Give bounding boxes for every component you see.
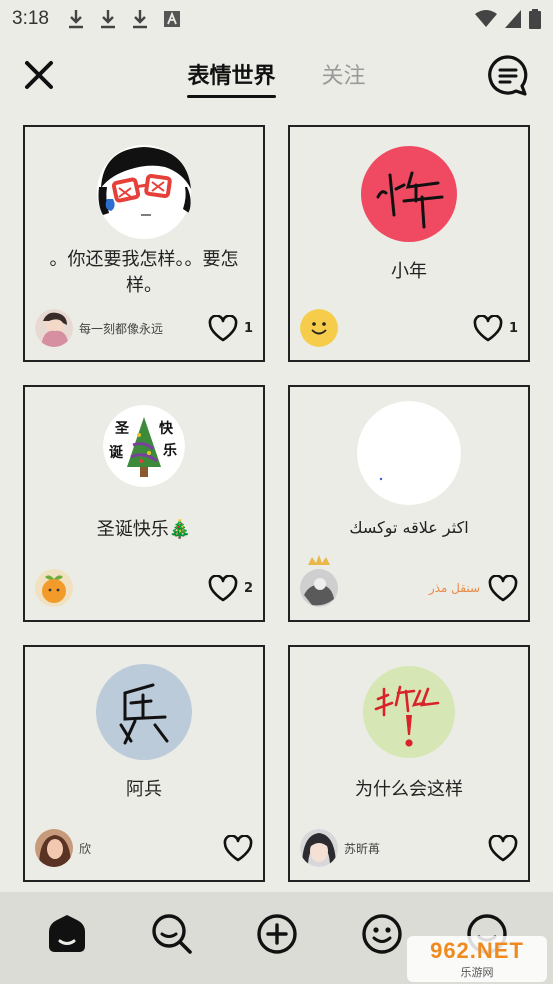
card-title: 为什么会这样	[355, 779, 463, 800]
like-count: 2	[243, 580, 253, 596]
emoji-card[interactable]: 。你还要我怎样。。要怎样。 每一刻都像永远 1	[23, 125, 265, 362]
watermark-subtext: 乐游网	[460, 967, 494, 979]
tab-emoji-world[interactable]: 表情世界	[187, 58, 276, 98]
message-icon[interactable]	[487, 54, 529, 96]
watermark-logo: 962.NET 乐游网	[407, 936, 547, 982]
like-button[interactable]: 1	[473, 314, 518, 342]
like-count: 1	[508, 320, 518, 336]
card-footer: سنقل مذر	[300, 555, 518, 608]
user-avatar[interactable]	[300, 555, 338, 607]
svg-text:诞: 诞	[109, 445, 124, 461]
emoji-card[interactable]: اكثر علاقه توكسك سنقل مذر	[288, 385, 530, 622]
emoji-card[interactable]: 小年 1	[288, 125, 530, 362]
like-button[interactable]: 2	[208, 574, 253, 602]
heart-icon	[208, 574, 238, 601]
card-title: اكثر علاقه توكسك	[349, 518, 469, 537]
download-icon	[100, 10, 115, 29]
home-icon	[48, 915, 85, 952]
svg-text:圣: 圣	[114, 421, 130, 437]
tab-following[interactable]: 关注	[322, 58, 366, 98]
like-button[interactable]	[488, 574, 518, 602]
svg-text:乐: 乐	[163, 442, 177, 459]
download-icon	[132, 10, 147, 29]
battery-icon	[529, 9, 541, 29]
user-avatar[interactable]	[35, 829, 73, 867]
like-button[interactable]	[223, 834, 253, 862]
heart-icon	[223, 834, 253, 861]
card-footer: 苏昕苒	[300, 828, 518, 868]
heart-icon	[208, 314, 238, 341]
username: 苏昕苒	[344, 841, 381, 856]
username: 欣	[79, 841, 92, 856]
glasses-face-art	[97, 145, 191, 239]
heart-icon	[488, 574, 518, 601]
card-title: 圣诞快乐🎄	[96, 519, 192, 540]
card-footer: 1	[300, 308, 518, 348]
status-time: 3:18	[12, 8, 49, 29]
wifi-icon	[475, 10, 497, 27]
user-avatar[interactable]	[35, 309, 73, 347]
card-footer: 每一刻都像永远 1	[35, 308, 253, 348]
download-icon	[68, 10, 83, 29]
svg-text:快: 快	[159, 420, 174, 437]
heart-icon	[488, 834, 518, 861]
card-footer: 欣	[35, 828, 253, 868]
white-circle-art	[357, 401, 461, 505]
signal-icon	[505, 10, 521, 28]
nav-create[interactable]	[255, 912, 299, 956]
user-avatar[interactable]	[35, 569, 73, 607]
notification-icons	[67, 9, 181, 29]
card-footer: 2	[35, 568, 253, 608]
font-icon	[163, 11, 180, 27]
like-button[interactable]	[488, 834, 518, 862]
christmas-tree-art: 圣 快 诞 乐	[103, 405, 185, 487]
watermark-text: 962.NET	[430, 938, 524, 963]
username: سنقل مذر	[428, 581, 480, 595]
card-title: 阿兵	[126, 779, 162, 800]
user-avatar[interactable]	[300, 309, 338, 347]
bing-art	[96, 664, 192, 760]
tab-bar: 表情世界 关注	[0, 58, 553, 98]
emoji-card[interactable]: 为什么会这样 苏昕苒	[288, 645, 530, 882]
username: 每一刻都像永远	[79, 321, 164, 336]
like-count: 1	[243, 320, 253, 336]
xiaonian-art	[361, 146, 457, 242]
card-title: 。你还要我怎样。。要怎样。	[49, 249, 239, 296]
card-title: 小年	[391, 261, 427, 282]
weishenme-art	[363, 666, 455, 758]
emoji-card[interactable]: 阿兵 欣	[23, 645, 265, 882]
nav-emoji[interactable]	[360, 912, 404, 956]
top-bar: 表情世界 关注	[0, 48, 553, 104]
status-bar: 3:18	[0, 0, 553, 38]
user-avatar[interactable]	[300, 829, 338, 867]
like-button[interactable]: 1	[208, 314, 253, 342]
smile-icon	[361, 914, 402, 954]
search-icon	[151, 914, 192, 954]
nav-home[interactable]	[45, 912, 89, 956]
emoji-card[interactable]: 圣 快 诞 乐 圣诞快乐🎄 2	[23, 385, 265, 622]
heart-icon	[473, 314, 503, 341]
nav-search[interactable]	[150, 912, 194, 956]
add-icon	[256, 914, 297, 954]
